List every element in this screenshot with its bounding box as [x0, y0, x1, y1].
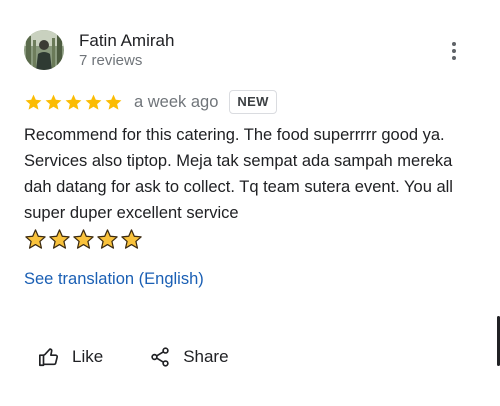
review-date: a week ago: [134, 92, 219, 111]
star-icon: [25, 94, 42, 110]
avatar-image: [24, 30, 64, 70]
author-review-count: 7 reviews: [79, 52, 143, 69]
like-button[interactable]: Like: [38, 346, 103, 368]
more-vert-icon[interactable]: [444, 40, 464, 62]
star-icon: [85, 94, 102, 110]
star-icon: [45, 94, 62, 110]
review-text-emoji: [24, 228, 143, 251]
like-label: Like: [72, 347, 104, 366]
star-icon: [65, 94, 82, 110]
star-emoji-icon: [49, 229, 70, 249]
new-badge: NEW: [229, 90, 277, 114]
author-name[interactable]: Fatin Amirah: [79, 30, 174, 51]
star-icon: [105, 94, 122, 110]
review-card: Fatin Amirah 7 reviews a week ago NEW Re…: [0, 0, 500, 406]
star-emoji-icon: [25, 229, 46, 249]
share-label: Share: [183, 347, 229, 366]
review-header: Fatin Amirah 7 reviews: [24, 29, 474, 71]
avatar[interactable]: [24, 30, 64, 70]
thumb-up-icon: [39, 348, 59, 367]
star-rating: [24, 93, 123, 112]
rating-row: a week ago NEW: [24, 90, 277, 114]
star-emoji-icon: [73, 229, 94, 249]
review-actions: Like Share: [24, 342, 229, 372]
see-translation-link[interactable]: See translation (English): [24, 270, 204, 289]
review-text: Recommend for this catering. The food su…: [24, 126, 453, 222]
star-emoji-icon: [121, 229, 142, 249]
author-info: Fatin Amirah 7 reviews: [79, 30, 174, 70]
share-button[interactable]: Share: [149, 346, 229, 368]
share-icon: [151, 347, 169, 367]
star-emoji-icon: [97, 229, 118, 249]
